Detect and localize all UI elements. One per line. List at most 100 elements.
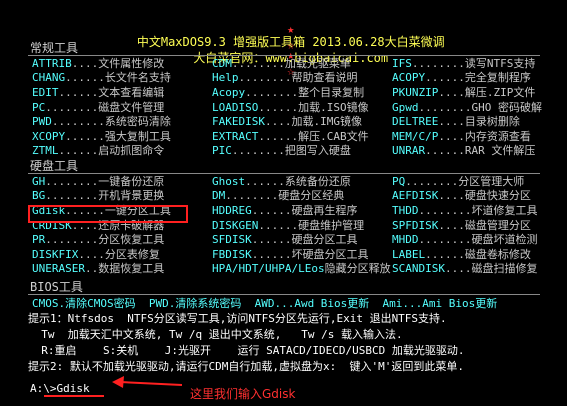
menu-item-command: HDDREG <box>212 203 252 217</box>
menu-item-pkunzip[interactable]: PKUNZIP....解压.ZIP文件 <box>392 86 542 99</box>
menu-item-pc[interactable]: PC........磁盘文件管理 <box>32 101 212 114</box>
menu-item-spfdisk[interactable]: SPFDISK....磁盘管理分区 <box>392 219 542 232</box>
menu-item-description: ........坏道修复工具 <box>418 203 538 217</box>
menu-item-description: ......坏硬盘分区工具 <box>251 247 369 261</box>
section-disk-tools: 硬盘工具 <box>30 159 79 173</box>
menu-item-command: THDD <box>392 203 419 217</box>
menu-item-pic[interactable]: PIC........把图写入硬盘 <box>212 144 392 157</box>
menu-item-command: Ghost <box>212 174 246 188</box>
menu-item-description: ......文本查看编辑 <box>58 85 165 99</box>
command-prompt-input[interactable]: A:\>Gdisk <box>30 382 90 395</box>
menu-item-command: PWD <box>32 115 52 129</box>
menu-item-description: ........加载光驱菜单 <box>231 56 351 70</box>
menu-item-description: ........一键备份还原 <box>45 174 165 188</box>
tip-line-1: 提示1：Ntfsdos NTFS分区读写工具,访问NTFS分区先运行,Exit … <box>28 312 447 325</box>
star-outline-icon: ☆ <box>287 38 295 52</box>
menu-item-fakedisk[interactable]: FAKEDISK....加载.IMG镜像 <box>212 115 392 128</box>
menu-item-description: ........磁盘文件管理 <box>45 100 165 114</box>
menu-item-uneraser[interactable]: UNERASER..数据恢复工具 <box>32 262 212 275</box>
menu-item-acopy[interactable]: ACOPY......完全复制程序 <box>392 71 542 84</box>
menu-item-sfdisk[interactable]: SFDISK......硬盘分区工具 <box>212 233 392 246</box>
menu-item-description: ......硬盘维护管理 <box>258 218 365 232</box>
menu-item-command: DISKFIX <box>32 247 79 261</box>
menu-item-thdd[interactable]: THDD........坏道修复工具 <box>392 204 542 217</box>
menu-item-description: ....解压.ZIP文件 <box>438 85 536 99</box>
menu-row: DISKFIX....分区表修复 FBDISK......坏硬盘分区工具 LABEL… <box>32 247 542 262</box>
menu-item-description: ..数据恢复工具 <box>84 262 165 276</box>
menu-item-description: ........开机背景更换 <box>45 189 165 203</box>
menu-item-description: ....磁盘管理分区 <box>438 218 531 232</box>
menu-item-loadiso[interactable]: LOADISO......加载.ISO镜像 <box>212 101 392 114</box>
menu-item-pwd[interactable]: PWD........系统密码清除 <box>32 115 212 128</box>
menu-item-aefdisk[interactable]: AEFDISK....硬盘快速分区 <box>392 189 542 202</box>
arrow-left-icon <box>112 376 182 388</box>
menu-item-label[interactable]: LABEL......磁盘卷标修改 <box>392 248 542 261</box>
menu-item-description: ....磁盘扫描修复 <box>444 262 538 276</box>
menu-item-command: FAKEDISK <box>212 115 265 129</box>
menu-item-command: DELTREE <box>392 115 439 129</box>
menu-item-bg[interactable]: BG........开机背景更换 <box>32 189 212 202</box>
menu-item-gh[interactable]: GH........一键备份还原 <box>32 175 212 188</box>
menu-item-command: BG <box>32 189 46 203</box>
tip-line-2: Tw 加载天汇中文系统, Tw /q 退出中文系统, Tw /s 载入输入法. <box>28 328 403 341</box>
menu-row: PR........分区恢复工具 SFDISK......硬盘分区工具 MHDD..… <box>32 232 542 247</box>
menu-item-command: UNERASER <box>32 262 85 276</box>
menu-row: EDIT......文本查看编辑 Acopy........整个目录复制 PKUNZ… <box>32 85 542 100</box>
menu-item-command: EDIT <box>32 85 59 99</box>
menu-item-command: CDM <box>212 56 232 70</box>
menu-item-command: PQ <box>392 174 406 188</box>
menu-item-hpa-hdt-uhpa-leos[interactable]: HPA/HDT/UHPA/LEos隐藏分区释放 <box>212 262 392 275</box>
menu-item-pq[interactable]: PQ........分区管理大师 <box>392 175 542 188</box>
menu-item-acopy[interactable]: Acopy........整个目录复制 <box>212 86 392 99</box>
menu-item-command: DM <box>212 189 226 203</box>
menu-item-cdm[interactable]: CDM........加载光驱菜单 <box>212 57 392 70</box>
menu-item-chang[interactable]: CHANG......长文件名支持 <box>32 71 212 84</box>
menu-item-command: MHDD <box>392 233 419 247</box>
menu-item-gpwd[interactable]: Gpwd........GHO 密码破解 <box>392 101 542 114</box>
menu-row: BG........开机背景更换 DM........硬盘分区经典 AEFDISK.… <box>32 189 542 204</box>
menu-item-diskgen[interactable]: DISKGEN......硬盘维护管理 <box>212 219 392 232</box>
menu-row: XCOPY......强大复制工具 EXTRACT......解压.CAB文件 ME… <box>32 129 542 144</box>
menu-item-command: ZTML <box>32 144 59 158</box>
menu-item-ghost[interactable]: Ghost......系统备份还原 <box>212 175 392 188</box>
menu-item-scandisk[interactable]: SCANDISK....磁盘扫描修复 <box>392 262 542 275</box>
menu-item-pr[interactable]: PR........分区恢复工具 <box>32 233 212 246</box>
menu-item-command: PR <box>32 233 46 247</box>
menu-item-command: ACOPY <box>392 71 426 85</box>
menu-item-command: GH <box>32 174 46 188</box>
menu-item-command: SFDISK <box>212 233 252 247</box>
menu-item-extract[interactable]: EXTRACT......解压.CAB文件 <box>212 130 392 143</box>
menu-item-diskfix[interactable]: DISKFIX....分区表修复 <box>32 248 212 261</box>
menu-item-description: ........GHO 密码破解 <box>418 100 542 114</box>
menu-item-ifs[interactable]: IFS........读写NTFS支持 <box>392 57 542 70</box>
menu-item-fbdisk[interactable]: FBDISK......坏硬盘分区工具 <box>212 248 392 261</box>
menu-item-ztml[interactable]: ZTML......启动抓图命令 <box>32 144 212 157</box>
menu-item-command: IFS <box>392 56 412 70</box>
menu-item-description: ....硬盘快速分区 <box>438 189 531 203</box>
menu-item-command: Help <box>212 71 239 85</box>
menu-item-command: UNRAR <box>392 144 426 158</box>
menu-row: GH........一键备份还原 Ghost......系统备份还原 PQ.....… <box>32 174 542 189</box>
menu-item-attrib[interactable]: ATTRIB....文件属性修改 <box>32 57 212 70</box>
menu-item-command: PIC <box>212 144 232 158</box>
menu-row: ZTML......启动抓图命令 PIC........把图写入硬盘 UNRAR..… <box>32 144 542 159</box>
menu-item-description: ....分区表修复 <box>78 247 160 261</box>
menu-item-mem-c-p[interactable]: MEM/C/P....内存资源查看 <box>392 130 542 143</box>
menu-item-description: ......硬盘分区工具 <box>251 233 358 247</box>
menu-item-description: ........系统密码清除 <box>51 115 171 129</box>
menu-item-command: SPFDISK <box>392 218 439 232</box>
menu-item-xcopy[interactable]: XCOPY......强大复制工具 <box>32 130 212 143</box>
menu-item-edit[interactable]: EDIT......文本查看编辑 <box>32 86 212 99</box>
menu-item-dm[interactable]: DM........硬盘分区经典 <box>212 189 392 202</box>
menu-item-command: PC <box>32 100 46 114</box>
menu-item-help[interactable]: Help........帮助查看说明 <box>212 71 392 84</box>
menu-item-command: ATTRIB <box>32 56 72 70</box>
menu-item-unrar[interactable]: UNRAR......RAR 文件解压 <box>392 144 542 157</box>
menu-item-command: EXTRACT <box>212 129 259 143</box>
menu-item-deltree[interactable]: DELTREE....目录树删除 <box>392 115 542 128</box>
menu-item-description: ........把图写入硬盘 <box>231 144 351 158</box>
gdisk-highlight-box <box>28 205 188 223</box>
menu-item-mhdd[interactable]: MHDD........硬盘坏道检测 <box>392 233 542 246</box>
menu-item-hddreg[interactable]: HDDREG......硬盘再生程序 <box>212 204 392 217</box>
menu-item-command: Acopy <box>212 85 246 99</box>
